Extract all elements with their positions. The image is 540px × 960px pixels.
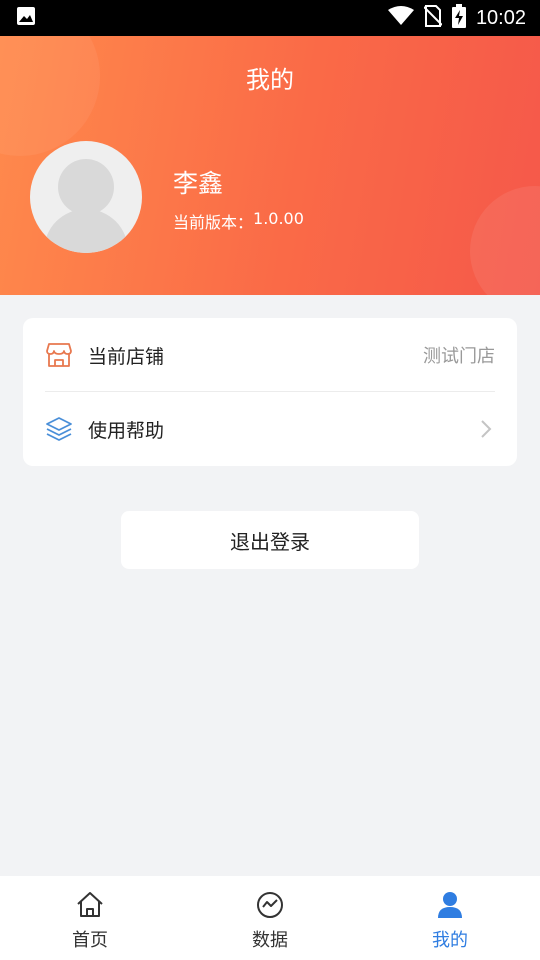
version-info: 当前版本： 1.0.00	[173, 209, 304, 233]
menu-item-value: 测试门店	[423, 346, 495, 367]
chevron-right-icon	[477, 417, 495, 441]
user-name: 李鑫	[173, 169, 224, 198]
page-title: 我的	[246, 66, 294, 94]
user-icon	[435, 890, 465, 920]
store-icon	[45, 341, 73, 369]
no-sim-icon	[423, 5, 443, 31]
battery-charging-icon	[451, 4, 466, 32]
tab-home[interactable]: 首页	[0, 876, 180, 960]
status-time: 10:02	[475, 6, 526, 29]
menu-item-help[interactable]: 使用帮助	[23, 392, 517, 466]
menu-item-label: 当前店铺	[88, 345, 165, 368]
menu-item-current-store[interactable]: 当前店铺 测试门店	[23, 318, 517, 392]
image-icon	[16, 6, 36, 30]
version-value: 1.0.00	[253, 209, 304, 228]
status-bar: 10:02	[0, 0, 540, 36]
logout-button[interactable]: 退出登录	[121, 511, 419, 569]
tab-label: 我的	[432, 930, 468, 951]
avatar-body	[44, 209, 128, 253]
layers-icon	[45, 415, 73, 443]
avatar-head	[58, 159, 114, 215]
tab-mine[interactable]: 我的	[360, 876, 540, 960]
avatar[interactable]	[30, 141, 142, 253]
tab-data[interactable]: 数据	[180, 876, 360, 960]
data-chart-icon	[255, 890, 285, 920]
menu-card: 当前店铺 测试门店 使用帮助	[23, 318, 517, 466]
decorative-circle	[0, 36, 100, 156]
version-label: 当前版本：	[173, 213, 254, 232]
home-icon	[75, 890, 105, 920]
bottom-tab-bar: 首页 数据 我的	[0, 876, 540, 960]
menu-item-label: 使用帮助	[88, 419, 165, 442]
decorative-circle	[470, 186, 540, 295]
wifi-icon	[387, 6, 414, 30]
tab-label: 首页	[72, 930, 108, 951]
profile-header: 我的 李鑫 当前版本： 1.0.00	[0, 36, 540, 295]
tab-label: 数据	[252, 930, 288, 951]
